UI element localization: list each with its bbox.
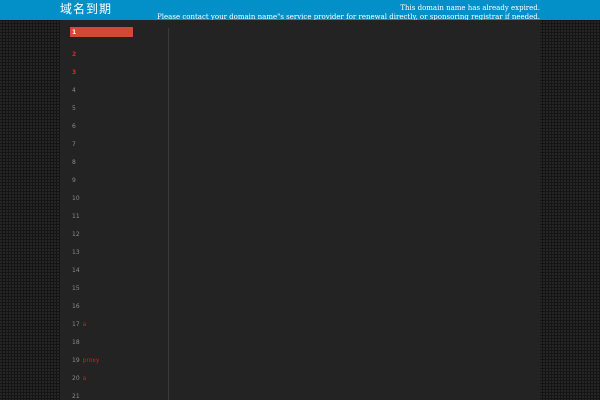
nav-item-number: 21 [72, 392, 80, 400]
nav-item-number: 1 [72, 28, 77, 36]
nav-item-number: 12 [72, 230, 80, 238]
nav-item-4[interactable]: 4 [70, 81, 134, 99]
nav-item-2[interactable]: 2 [70, 45, 134, 63]
sidebar-divider [168, 28, 169, 400]
nav-item-21[interactable]: 21 [70, 387, 134, 400]
nav-item-1[interactable]: 1 [70, 27, 133, 37]
nav-item-20[interactable]: 20 a [70, 369, 134, 387]
nav-item-number: 2 [72, 50, 77, 58]
nav-item-number: 3 [72, 68, 77, 76]
sidebar-nav: 1 2 3 4 5 6 7 8 9 10 11 12 13 14 15 16 1… [70, 27, 134, 400]
nav-item-number: 14 [72, 266, 80, 274]
nav-item-label: a [82, 320, 87, 328]
nav-item-17[interactable]: 17 a [70, 315, 134, 333]
nav-item-number: 9 [72, 176, 76, 184]
nav-item-5[interactable]: 5 [70, 99, 134, 117]
nav-item-18[interactable]: 18 [70, 333, 134, 351]
nav-item-number: 20 [72, 374, 80, 382]
nav-item-11[interactable]: 11 [70, 207, 134, 225]
nav-item-number: 16 [72, 302, 80, 310]
nav-item-8[interactable]: 8 [70, 153, 134, 171]
main-panel: 1 2 3 4 5 6 7 8 9 10 11 12 13 14 15 16 1… [60, 20, 540, 400]
top-bar: 域名到期 This domain name has already expire… [0, 0, 600, 21]
nav-item-label: proxy [82, 356, 100, 364]
nav-item-number: 18 [72, 338, 80, 346]
nav-item-number: 4 [72, 86, 76, 94]
nav-item-number: 13 [72, 248, 80, 256]
nav-item-number: 7 [72, 140, 76, 148]
nav-item-13[interactable]: 13 [70, 243, 134, 261]
nav-item-number: 15 [72, 284, 80, 292]
nav-item-number: 5 [72, 104, 76, 112]
nav-item-number: 8 [72, 158, 76, 166]
nav-item-12[interactable]: 12 [70, 225, 134, 243]
expiry-notice-line-1: This domain name has already expired. [400, 4, 540, 12]
nav-item-number: 6 [72, 122, 76, 130]
nav-item-number: 10 [72, 194, 80, 202]
site-logo[interactable]: 域名到期 [60, 1, 112, 17]
nav-item-7[interactable]: 7 [70, 135, 134, 153]
nav-item-label: a [82, 374, 87, 382]
nav-item-9[interactable]: 9 [70, 171, 134, 189]
nav-item-10[interactable]: 10 [70, 189, 134, 207]
nav-item-number: 11 [72, 212, 80, 220]
nav-item-number: 17 [72, 320, 80, 328]
nav-item-15[interactable]: 15 [70, 279, 134, 297]
nav-item-14[interactable]: 14 [70, 261, 134, 279]
nav-item-number: 19 [72, 356, 80, 364]
nav-item-3[interactable]: 3 [70, 63, 134, 81]
nav-item-19[interactable]: 19 proxy [70, 351, 134, 369]
nav-item-6[interactable]: 6 [70, 117, 134, 135]
nav-item-16[interactable]: 16 [70, 297, 134, 315]
